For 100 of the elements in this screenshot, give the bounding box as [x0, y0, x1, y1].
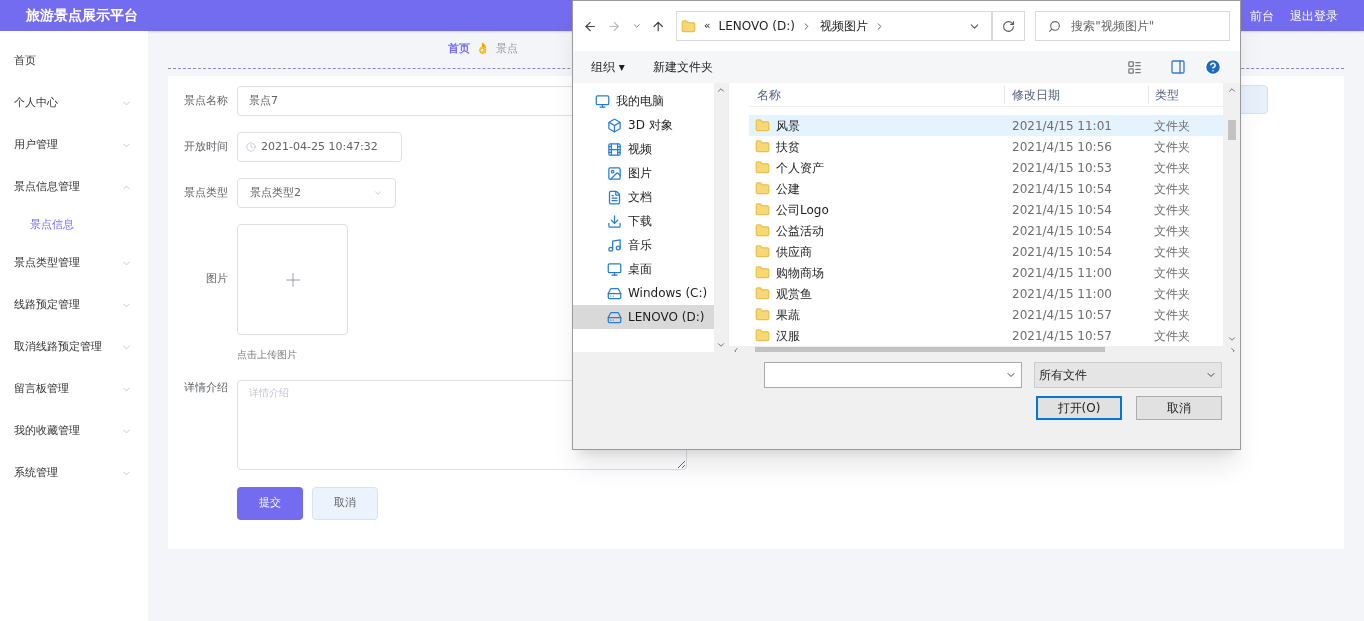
file-type: 文件夹: [1153, 201, 1190, 219]
column-header[interactable]: 类型: [1148, 85, 1179, 104]
file-type: 文件夹: [1153, 285, 1190, 303]
search-field[interactable]: 搜索"视频图片": [1035, 11, 1230, 41]
nav-item[interactable]: LENOVO (D:): [573, 305, 714, 329]
file-date: 2021/4/15 10:54: [1011, 180, 1113, 198]
nav-item[interactable]: 3D 对象: [573, 113, 714, 137]
file-date: 2021/4/15 10:54: [1011, 201, 1113, 219]
preview-pane-icon[interactable]: [1170, 59, 1186, 75]
scroll-thumb[interactable]: [1227, 119, 1236, 140]
nav-icon: [607, 189, 622, 205]
nav-icon: [607, 213, 622, 229]
sidebar-item[interactable]: 用户管理: [0, 124, 148, 166]
nav-item[interactable]: 音乐: [573, 233, 714, 257]
file-date: 2021/4/15 10:57: [1011, 327, 1113, 345]
folder-icon: [755, 307, 770, 322]
file-name: 公建: [776, 180, 800, 198]
sidebar-item[interactable]: 线路预定管理: [0, 284, 148, 326]
field-label: 开放时间: [184, 139, 228, 153]
file-row[interactable]: 供应商 2021/4/15 10:54 文件夹: [749, 241, 1223, 262]
file-type: 文件夹: [1153, 159, 1190, 177]
upload-hint: 点击上传图片: [237, 348, 297, 362]
nav-item[interactable]: 文档: [573, 185, 714, 209]
nav-item[interactable]: 图片: [573, 161, 714, 185]
file-name: 风景: [776, 117, 800, 135]
file-row[interactable]: 购物商场 2021/4/15 11:00 文件夹: [749, 262, 1223, 283]
breadcrumb-link[interactable]: 首页: [448, 41, 470, 58]
column-header[interactable]: 名称: [749, 85, 1004, 104]
file-row[interactable]: 观赏鱼 2021/4/15 11:00 文件夹: [749, 283, 1223, 304]
file-type: 文件夹: [1153, 180, 1190, 198]
nav-item[interactable]: 下载: [573, 209, 714, 233]
file-row[interactable]: 公建 2021/4/15 10:54 文件夹: [749, 178, 1223, 199]
scroll-down-icon[interactable]: [1226, 334, 1237, 344]
sidebar-item[interactable]: 留言板管理: [0, 368, 148, 410]
file-row[interactable]: 公益活动 2021/4/15 10:54 文件夹: [749, 220, 1223, 241]
view-options-icon[interactable]: [1127, 59, 1142, 75]
folder-icon: [755, 202, 770, 217]
file-row[interactable]: 果蔬 2021/4/15 10:57 文件夹: [749, 304, 1223, 325]
refresh-button[interactable]: [992, 11, 1026, 41]
cancel-button[interactable]: 取消: [312, 487, 378, 520]
file-date: 2021/4/15 11:01: [1011, 117, 1113, 135]
nav-item[interactable]: 桌面: [573, 257, 714, 281]
field-label: 图片: [206, 272, 228, 286]
address-bar[interactable]: « LENOVO (D:) 视频图片: [675, 11, 993, 41]
sidebar-item[interactable]: 首页: [0, 40, 148, 82]
new-folder-button[interactable]: 新建文件夹: [652, 58, 713, 76]
cancel-button[interactable]: 取消: [1136, 396, 1222, 420]
sidebar-item[interactable]: 取消线路预定管理: [0, 326, 148, 368]
scroll-up-icon[interactable]: [716, 85, 726, 95]
file-row[interactable]: 扶贫 2021/4/15 10:56 文件夹: [749, 136, 1223, 157]
file-name: 扶贫: [776, 138, 800, 156]
header-link[interactable]: 前台: [1250, 6, 1274, 25]
filename-combobox[interactable]: [764, 362, 1022, 388]
nav-icon: [607, 309, 622, 325]
scroll-down-icon[interactable]: [716, 340, 726, 350]
open-button[interactable]: 打开(O): [1036, 396, 1122, 420]
sidebar-item[interactable]: 景点类型管理: [0, 242, 148, 284]
time-input[interactable]: 2021-04-25 10:47:32: [237, 132, 402, 162]
folder-icon: [755, 265, 770, 280]
file-row[interactable]: 个人资产 2021/4/15 10:53 文件夹: [749, 157, 1223, 178]
file-type-select[interactable]: 所有文件: [1034, 362, 1222, 388]
refresh-icon: [1002, 19, 1016, 33]
field-label: 景点名称: [184, 93, 228, 107]
path-segment[interactable]: 视频图片: [819, 17, 868, 35]
header-link[interactable]: 退出登录: [1290, 6, 1338, 25]
file-row[interactable]: 汉服 2021/4/15 10:57 文件夹: [749, 325, 1223, 346]
submit-button[interactable]: 提交: [237, 487, 303, 520]
folder-icon: [755, 286, 770, 301]
file-name: 个人资产: [776, 159, 824, 177]
file-name: 果蔬: [776, 306, 800, 324]
sidebar-item[interactable]: 我的收藏管理: [0, 410, 148, 452]
file-name: 供应商: [776, 243, 812, 261]
column-header[interactable]: 修改日期: [1004, 85, 1148, 104]
file-name: 公司Logo: [776, 201, 829, 219]
folder-icon: [755, 328, 770, 343]
file-name: 购物商场: [776, 264, 824, 282]
file-row[interactable]: 公司Logo 2021/4/15 10:54 文件夹: [749, 199, 1223, 220]
nav-icon: [595, 93, 610, 109]
file-row[interactable]: 风景 2021/4/15 11:01 文件夹: [749, 115, 1223, 136]
sidebar-item[interactable]: 系统管理: [0, 452, 148, 494]
overflow-chevrons: «: [703, 17, 711, 34]
field-label: 详情介绍: [184, 381, 228, 394]
nav-item[interactable]: 视频: [573, 137, 714, 161]
scroll-up-icon[interactable]: [1226, 85, 1237, 95]
nav-item[interactable]: Windows (C:): [573, 281, 714, 305]
search-icon: [1048, 19, 1062, 33]
sidebar-item[interactable]: 景点信息管理: [0, 166, 148, 208]
sidebar-subitem[interactable]: 景点信息: [0, 208, 148, 242]
path-segment[interactable]: LENOVO (D:): [718, 17, 795, 35]
folder-icon: [755, 118, 770, 133]
file-name: 汉服: [776, 327, 800, 345]
sidebar-item[interactable]: 个人中心: [0, 82, 148, 124]
type-select[interactable]: 景点类型2: [237, 178, 396, 208]
organize-menu[interactable]: 组织 ▾: [591, 58, 625, 76]
file-type: 文件夹: [1153, 222, 1190, 240]
chevron-icon[interactable]: [631, 21, 642, 31]
file-date: 2021/4/15 11:00: [1011, 264, 1113, 282]
file-type: 文件夹: [1153, 138, 1190, 156]
help-icon[interactable]: [1204, 58, 1222, 76]
file-type: 文件夹: [1153, 243, 1190, 261]
